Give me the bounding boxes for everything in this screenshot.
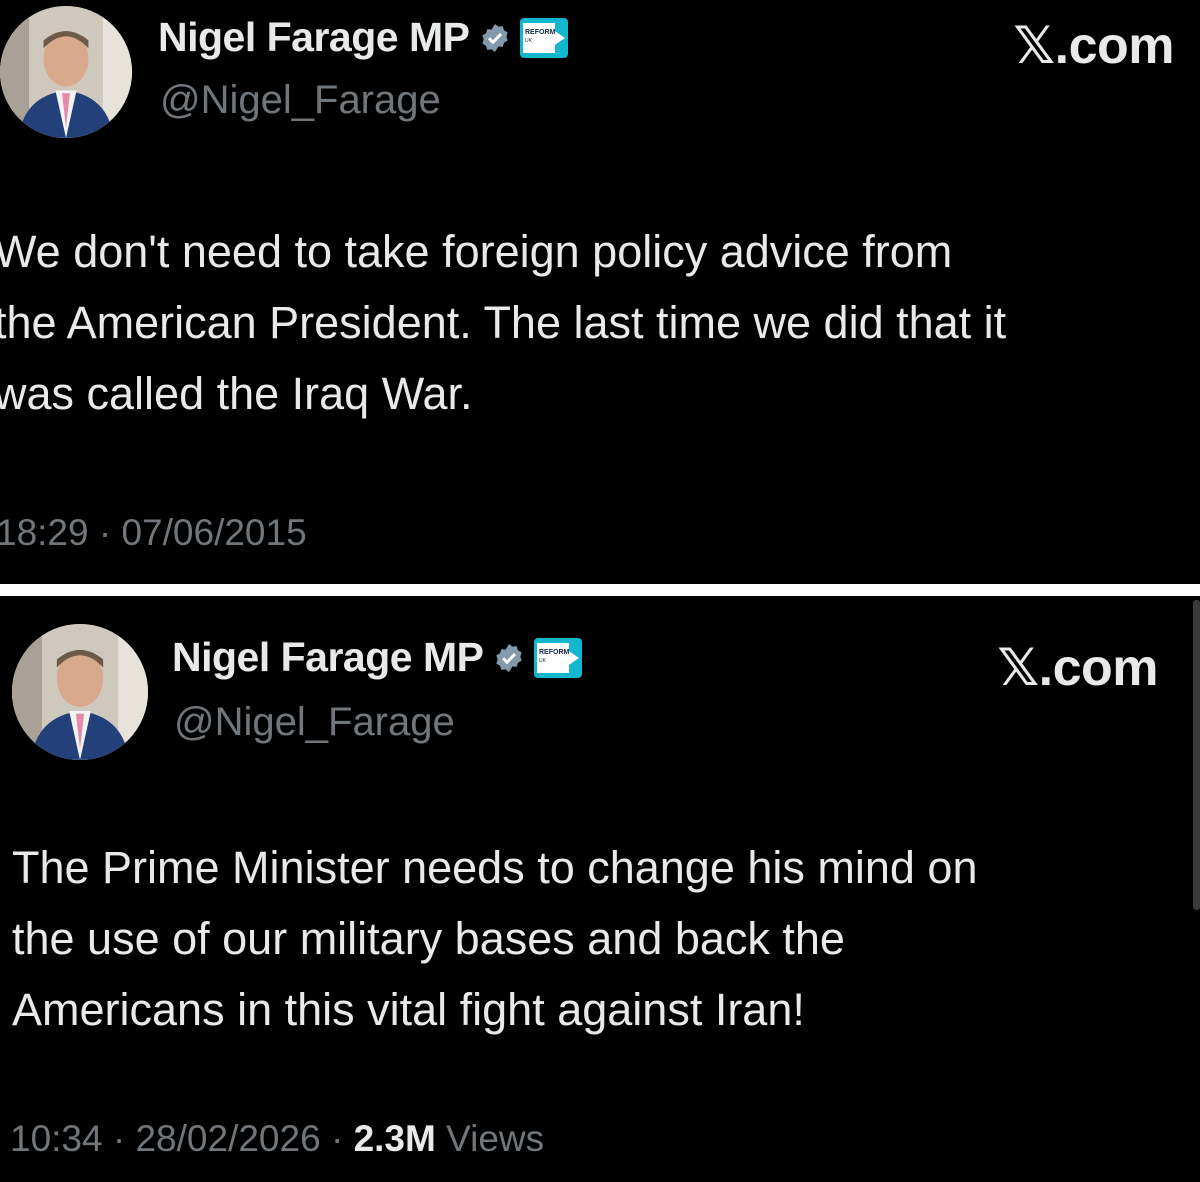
views-label: Views <box>446 1118 545 1159</box>
tweet-date[interactable]: 28/02/2026 <box>135 1118 320 1159</box>
avatar-photo-icon <box>12 624 148 760</box>
verified-badge-icon <box>479 22 511 54</box>
tweet-body: We don't need to take foreign policy adv… <box>0 216 1006 429</box>
author-handle[interactable]: @Nigel_Farage <box>160 78 441 123</box>
x-com-brand: 𝕏.com <box>997 639 1158 697</box>
tweet-text-line: Americans in this vital fight against Ir… <box>12 984 805 1035</box>
avatar-photo-icon <box>0 6 132 138</box>
reform-uk-icon: REFORM UK <box>519 15 569 61</box>
svg-text:REFORM: REFORM <box>539 649 570 656</box>
tweet-text-line: the American President. The last time we… <box>0 297 1007 348</box>
views-count[interactable]: 2.3M <box>354 1118 436 1159</box>
tweet-date: 07/06/2015 <box>121 512 307 553</box>
tweet-timestamp[interactable]: 18:29 · 07/06/2015 <box>0 512 307 554</box>
tweet-text-line: We don't need to take foreign policy adv… <box>0 226 953 277</box>
tweet-text-line: The Prime Minister needs to change his m… <box>12 842 978 893</box>
svg-text:UK: UK <box>525 38 533 44</box>
scrollbar[interactable] <box>1193 600 1200 910</box>
tweet-card-2015[interactable]: Nigel Farage MP REFORM UK @Nigel_Farage … <box>0 0 1200 584</box>
verified-badge-icon <box>493 642 525 674</box>
screenshot-collage: Nigel Farage MP REFORM UK @Nigel_Farage … <box>0 0 1200 1182</box>
reform-uk-icon: REFORM UK <box>533 635 583 681</box>
tweet-meta: 10:34 · 28/02/2026 · 2.3M Views <box>10 1118 544 1160</box>
author-display-name[interactable]: Nigel Farage MP <box>172 634 484 681</box>
svg-text:REFORM: REFORM <box>525 29 556 36</box>
author-avatar[interactable] <box>0 6 132 138</box>
meta-separator: · <box>98 512 112 553</box>
tweet-time: 18:29 <box>0 512 89 553</box>
tweet-text-line: was called the Iraq War. <box>0 368 473 419</box>
svg-text:UK: UK <box>539 658 547 664</box>
author-display-name[interactable]: Nigel Farage MP <box>158 14 470 61</box>
author-handle[interactable]: @Nigel_Farage <box>174 700 455 745</box>
author-name-row: Nigel Farage MP REFORM UK <box>172 634 583 681</box>
meta-separator: · <box>112 1118 126 1159</box>
tweet-body: The Prime Minister needs to change his m… <box>12 832 977 1045</box>
author-avatar[interactable] <box>12 624 148 760</box>
tweet-text-line: the use of our military bases and back t… <box>12 913 845 964</box>
tweet-card-2026[interactable]: Nigel Farage MP REFORM UK @Nigel_Farage … <box>0 596 1200 1182</box>
tweet-time[interactable]: 10:34 <box>10 1118 103 1159</box>
screenshot-divider <box>0 584 1200 596</box>
x-com-brand: 𝕏.com <box>1013 17 1174 75</box>
meta-separator: · <box>330 1118 344 1159</box>
author-name-row: Nigel Farage MP REFORM UK <box>158 14 569 61</box>
